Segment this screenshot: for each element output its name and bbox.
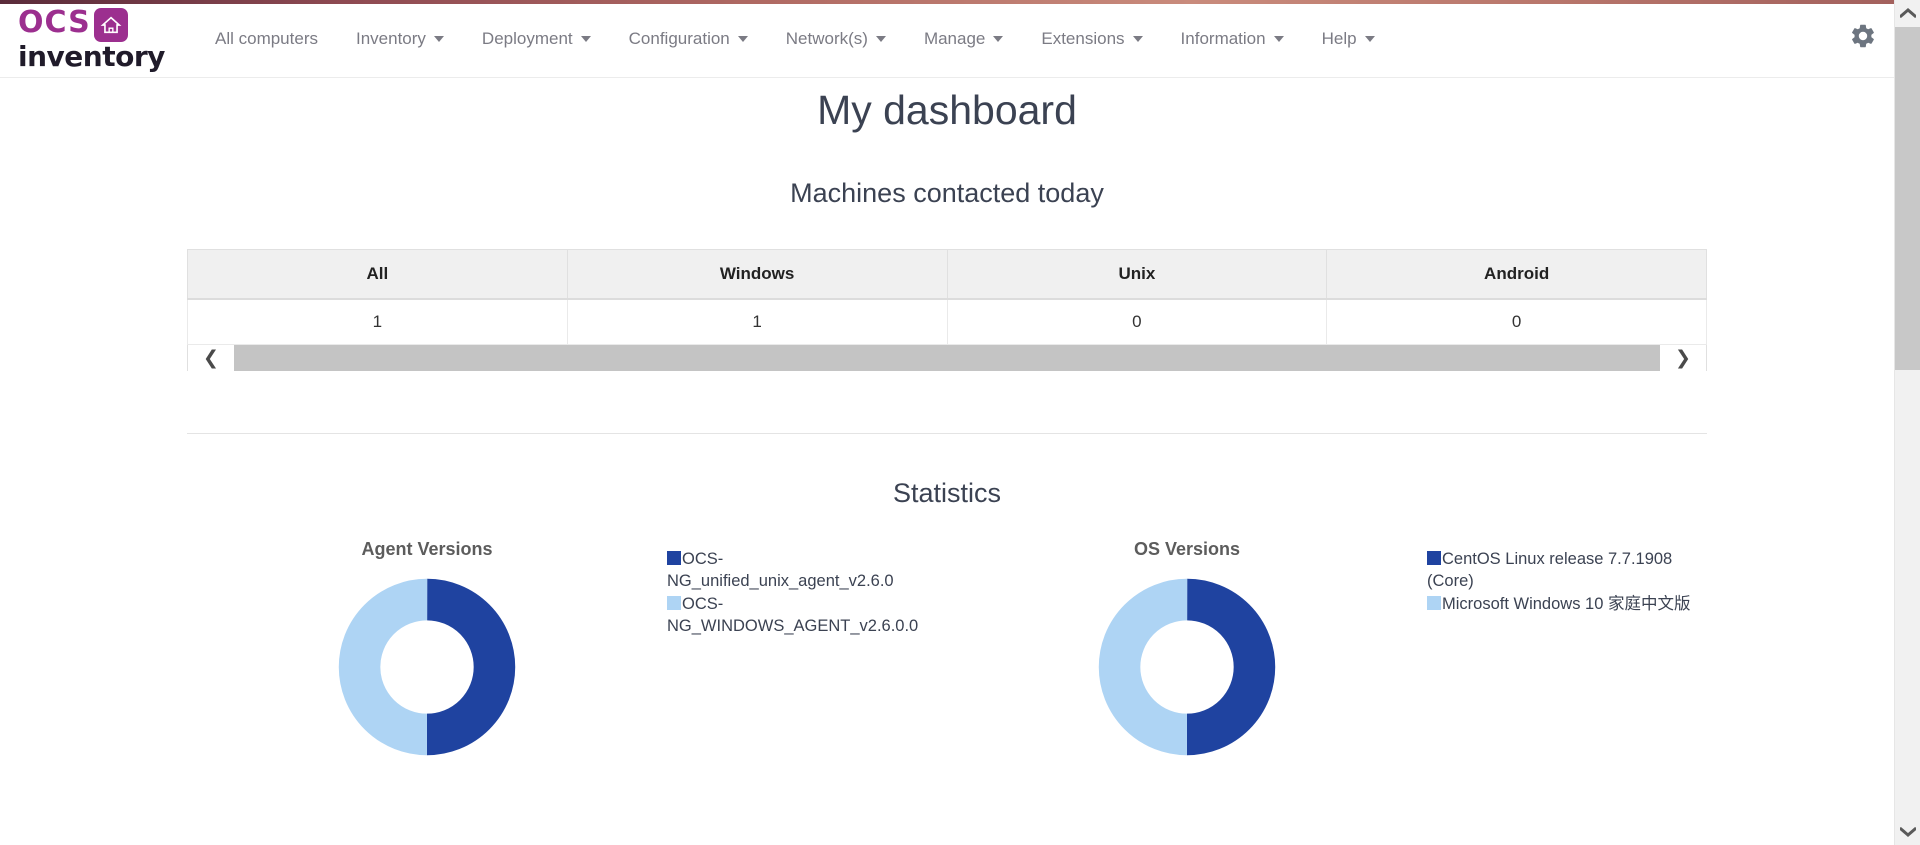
column-header-windows[interactable]: Windows (566, 249, 948, 300)
agent-versions-title: Agent Versions (361, 539, 493, 559)
chevron-down-icon (737, 35, 748, 42)
legend-item[interactable]: OCS-NG_unified_unix_agent_v2.6.0 (667, 549, 947, 593)
nav-item-deployment[interactable]: Deployment (463, 0, 610, 77)
chevron-left-icon[interactable]: ❮ (188, 344, 234, 371)
os-versions-chart-column: OS Versions (947, 539, 1427, 756)
legend-item[interactable]: Microsoft Windows 10 家庭中文版 (1427, 594, 1707, 616)
nav-item-label: Inventory (355, 28, 426, 48)
table-header-row: All Windows Unix Android (187, 249, 1707, 300)
legend-swatch-icon (1427, 551, 1441, 565)
chevron-down-icon (993, 35, 1004, 42)
nav-item-label: All computers (215, 28, 318, 48)
nav-item-label: Network(s) (785, 28, 868, 48)
legend-label: OCS-NG_unified_unix_agent_v2.6.0 (667, 550, 894, 590)
house-icon (93, 7, 128, 42)
column-header-unix[interactable]: Unix (946, 249, 1328, 300)
gear-icon (1849, 22, 1877, 55)
legend-item[interactable]: CentOS Linux release 7.7.1908 (Core) (1427, 549, 1707, 593)
statistics-section-title: Statistics (892, 478, 1002, 508)
table-horizontal-scrollbar[interactable]: ❮ ❯ (187, 344, 1707, 371)
cell-all-count[interactable]: 1 (187, 298, 568, 345)
os-versions-title: OS Versions (1133, 539, 1241, 559)
cell-windows-count[interactable]: 1 (566, 298, 948, 345)
page-title: My dashboard (817, 87, 1077, 133)
cell-value: 0 (1132, 312, 1142, 331)
chevron-down-icon (433, 35, 444, 42)
nav-item-label: Information (1180, 28, 1266, 48)
chevron-down-icon (1364, 35, 1375, 42)
brand-inventory-text: inventory (18, 39, 165, 73)
legend-label: Microsoft Windows 10 家庭中文版 (1442, 594, 1691, 613)
cell-value: 0 (1511, 312, 1522, 331)
cell-value: 1 (372, 312, 383, 331)
chevron-right-icon[interactable]: ❯ (1660, 344, 1706, 371)
agent-versions-donut-chart[interactable] (338, 578, 516, 756)
column-header-all[interactable]: All (187, 249, 568, 300)
nav-item-label: Configuration (628, 28, 730, 48)
horizontal-scroll-thumb[interactable] (234, 344, 1660, 371)
agent-versions-chart-block: Agent Versions OCS-NG_unified_unix_agent… (187, 539, 947, 756)
legend-label: CentOS Linux release 7.7.1908 (Core) (1427, 550, 1673, 590)
agent-versions-legend: OCS-NG_unified_unix_agent_v2.6.0 OCS-NG_… (667, 539, 947, 639)
os-versions-chart-block: OS Versions CentOS Linux release 7.7.190… (947, 539, 1707, 756)
nav-item-configuration[interactable]: Configuration (610, 0, 767, 77)
top-accent-bar (0, 0, 1920, 4)
nav-item-extensions[interactable]: Extensions (1022, 0, 1161, 77)
chevron-up-icon[interactable] (1895, 0, 1920, 26)
chevron-down-icon (580, 35, 591, 42)
chevron-down-icon (875, 35, 886, 42)
nav-item-label: Extensions (1041, 28, 1125, 48)
vertical-scroll-thumb[interactable] (1895, 27, 1920, 370)
table-row: 1 1 0 0 (187, 298, 1707, 345)
brand-logo[interactable]: OCS inventory (18, 4, 168, 73)
legend-item[interactable]: OCS-NG_WINDOWS_AGENT_v2.6.0.0 (667, 594, 947, 638)
legend-swatch-icon (667, 595, 681, 610)
nav-item-networks[interactable]: Network(s) (767, 0, 905, 77)
machines-table-wrapper: All Windows Unix Android 1 1 0 0 ❮ ❯ (187, 209, 1707, 371)
chevron-down-icon (1132, 35, 1143, 42)
nav-item-label: Deployment (481, 28, 573, 48)
main-navbar: OCS inventory All computers Inventory De… (0, 0, 1894, 78)
os-versions-donut-chart[interactable] (1098, 578, 1276, 756)
nav-item-label: Manage (923, 28, 986, 48)
chevron-down-icon (1273, 35, 1284, 42)
nav-item-inventory[interactable]: Inventory (337, 0, 463, 77)
machines-section-title: Machines contacted today (790, 178, 1104, 208)
page-vertical-scrollbar[interactable] (1894, 0, 1920, 845)
nav-item-all-computers[interactable]: All computers (196, 0, 337, 77)
brand-ocs-text: OCS (18, 4, 91, 40)
chevron-down-icon[interactable] (1895, 819, 1920, 845)
settings-button[interactable] (1832, 0, 1894, 77)
legend-swatch-icon (1427, 595, 1441, 610)
dashboard-page: My dashboard Machines contacted today Al… (0, 79, 1894, 845)
nav-item-information[interactable]: Information (1162, 0, 1303, 77)
nav-item-help[interactable]: Help (1303, 0, 1394, 77)
column-header-android[interactable]: Android (1326, 249, 1707, 300)
charts-row: Agent Versions OCS-NG_unified_unix_agent… (187, 509, 1707, 756)
cell-unix-count: 0 (946, 298, 1328, 345)
navbar-menu: All computers Inventory Deployment Confi… (196, 0, 1394, 77)
cell-value: 1 (752, 312, 762, 331)
nav-item-label: Help (1321, 28, 1357, 48)
os-versions-legend: CentOS Linux release 7.7.1908 (Core) Mic… (1427, 539, 1707, 617)
nav-item-manage[interactable]: Manage (905, 0, 1022, 77)
legend-label: OCS-NG_WINDOWS_AGENT_v2.6.0.0 (667, 594, 919, 635)
legend-swatch-icon (667, 551, 681, 565)
machines-contacted-table: All Windows Unix Android 1 1 0 0 (187, 249, 1707, 345)
agent-versions-chart-column: Agent Versions (187, 539, 667, 756)
table-body: 1 1 0 0 (187, 298, 1707, 345)
table-head: All Windows Unix Android (187, 249, 1707, 300)
cell-android-count: 0 (1326, 298, 1707, 345)
